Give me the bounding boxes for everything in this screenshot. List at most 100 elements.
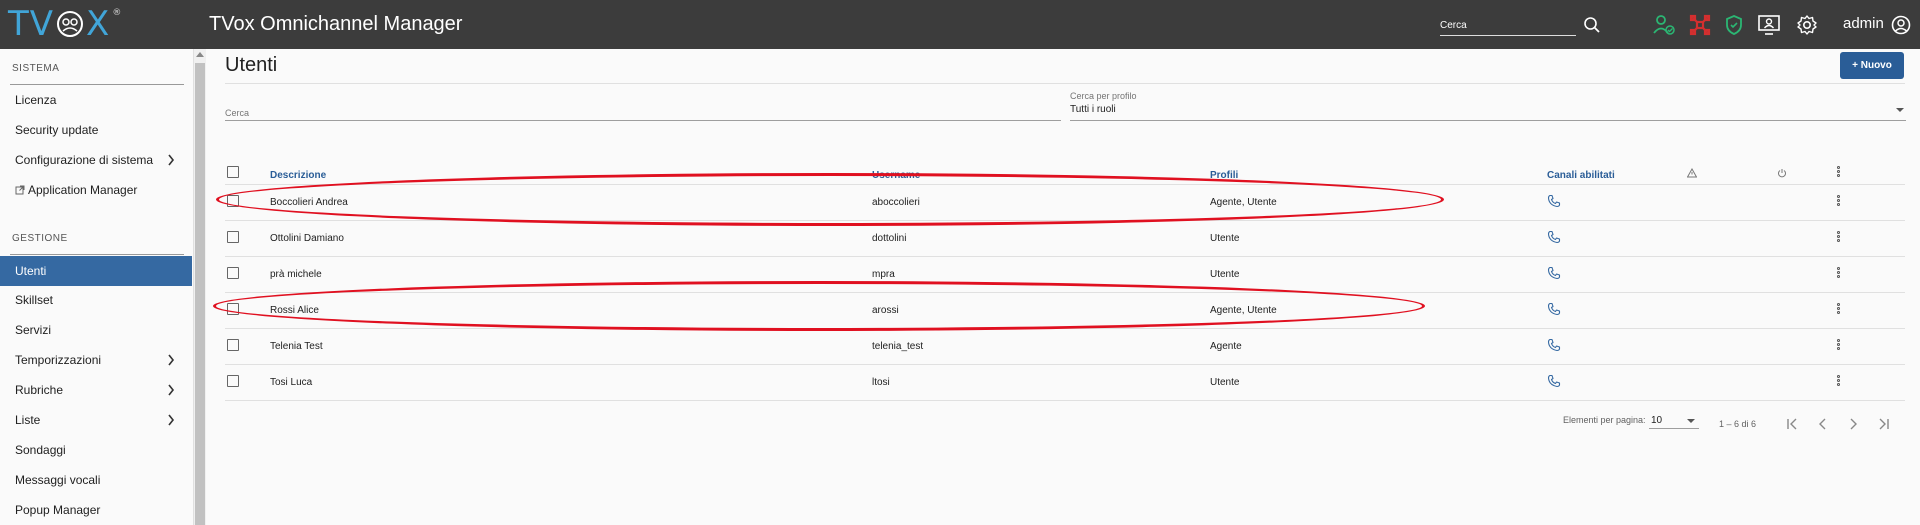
new-user-button[interactable]: + Nuovo xyxy=(1840,52,1904,79)
cell-profiles: Utente xyxy=(1210,220,1547,257)
previous-page-icon[interactable] xyxy=(1816,417,1830,431)
column-header-username[interactable]: Username xyxy=(872,158,1210,185)
row-menu-icon[interactable] xyxy=(1837,230,1841,243)
monitor-user-icon[interactable] xyxy=(1757,13,1781,37)
last-page-icon[interactable] xyxy=(1876,417,1890,431)
app-title: TVox Omnichannel Manager xyxy=(209,13,463,35)
row-menu-icon[interactable] xyxy=(1837,302,1841,315)
cell-description: Tosi Luca xyxy=(270,364,872,401)
scroll-up-arrow-icon[interactable] xyxy=(196,52,204,57)
table-row[interactable]: Ottolini Damiano dottolini Utente xyxy=(225,220,1905,257)
cell-description: prà michele xyxy=(270,256,872,293)
sidebar: SISTEMA Licenza Security update Configur… xyxy=(0,49,194,525)
table-row[interactable]: Boccolieri Andrea aboccolieri Agente, Uten… xyxy=(225,184,1905,221)
sidebar-item-label: Licenza xyxy=(15,93,57,107)
row-menu-icon[interactable] xyxy=(1837,374,1841,387)
profile-filter-value: Tutti i ruoli xyxy=(1070,104,1116,115)
sidebar-item-label: Configurazione di sistema xyxy=(15,153,154,167)
next-page-icon[interactable] xyxy=(1846,417,1860,431)
table-header-row: Descrizione Username Profili Canali abil… xyxy=(225,158,1905,185)
sidebar-item-popup-manager[interactable]: Popup Manager xyxy=(0,496,192,524)
section-title-management: GESTIONE xyxy=(12,233,68,244)
dropdown-arrow-icon xyxy=(1687,419,1695,423)
sidebar-item-rubriche[interactable]: Rubriche xyxy=(0,376,192,404)
row-menu-icon[interactable] xyxy=(1837,194,1841,207)
power-icon xyxy=(1778,168,1786,177)
row-checkbox[interactable] xyxy=(227,230,239,243)
cell-username: arossi xyxy=(872,292,1210,329)
sidebar-item-skillset[interactable]: Skillset xyxy=(0,286,192,314)
row-menu-icon[interactable] xyxy=(1837,338,1841,351)
column-header-channels: Canali abilitati xyxy=(1547,158,1687,185)
cell-username: mpra xyxy=(872,256,1210,293)
cell-description: Boccolieri Andrea xyxy=(270,184,872,221)
sidebar-item-application-manager[interactable]: Application Manager xyxy=(0,176,192,204)
cell-profiles: Agente, Utente xyxy=(1210,184,1547,221)
row-menu-icon[interactable] xyxy=(1837,266,1841,279)
sidebar-item-label: Popup Manager xyxy=(15,503,101,517)
table-row[interactable]: Telenia Test telenia_test Agente xyxy=(225,328,1905,365)
gear-icon[interactable] xyxy=(1795,13,1819,37)
shield-check-icon[interactable] xyxy=(1722,13,1746,37)
table-row[interactable]: prà michele mpra Utente xyxy=(225,256,1905,293)
top-search-input[interactable]: Cerca xyxy=(1440,14,1576,36)
header-menu-icon[interactable] xyxy=(1837,165,1841,178)
sidebar-item-sondaggi[interactable]: Sondaggi xyxy=(0,436,192,464)
cell-description: Ottolini Damiano xyxy=(270,220,872,257)
column-header-profiles[interactable]: Profili xyxy=(1210,158,1547,185)
items-per-page-select[interactable]: 10 xyxy=(1649,409,1699,429)
search-input[interactable]: Cerca xyxy=(225,99,1061,121)
table-row[interactable]: Rossi Alice arossi Agente, Utente xyxy=(225,292,1905,329)
sidebar-item-messaggi-vocali[interactable]: Messaggi vocali xyxy=(0,466,192,494)
row-checkbox[interactable] xyxy=(227,374,239,387)
sidebar-item-utenti[interactable]: Utenti xyxy=(0,256,192,286)
account-circle-icon[interactable] xyxy=(1889,13,1913,37)
sidebar-item-servizi[interactable]: Servizi xyxy=(0,316,192,344)
sidebar-scrollbar[interactable] xyxy=(194,49,206,525)
scrollbar-thumb[interactable] xyxy=(195,63,205,525)
sidebar-item-liste[interactable]: Liste xyxy=(0,406,192,434)
page-title: Utenti xyxy=(225,54,278,76)
search-label: Cerca xyxy=(225,108,250,118)
sidebar-item-temporizzazioni[interactable]: Temporizzazioni xyxy=(0,346,192,374)
profile-filter-label: Cerca per profilo xyxy=(1070,91,1137,101)
tvox-logo: TV X ® xyxy=(8,4,123,44)
items-per-page-label: Elementi per pagina: xyxy=(1563,415,1646,425)
network-alert-icon[interactable] xyxy=(1688,13,1712,37)
section-title-system: SISTEMA xyxy=(12,63,60,74)
divider xyxy=(10,254,184,255)
sidebar-item-licenza[interactable]: Licenza xyxy=(0,86,192,114)
row-checkbox[interactable] xyxy=(227,194,239,207)
cell-username: telenia_test xyxy=(872,328,1210,365)
phone-icon xyxy=(1547,230,1561,243)
agent-status-ok-icon[interactable] xyxy=(1652,13,1676,37)
profile-filter-select[interactable]: Cerca per profilo Tutti i ruoli xyxy=(1070,89,1906,121)
sidebar-item-label: Temporizzazioni xyxy=(15,353,102,367)
table-row[interactable]: Tosi Luca ltosi Utente xyxy=(225,364,1905,401)
cell-username: ltosi xyxy=(872,364,1210,401)
items-per-page-value: 10 xyxy=(1651,415,1663,426)
phone-icon xyxy=(1547,194,1561,207)
cell-profiles: Agente, Utente xyxy=(1210,292,1547,329)
search-icon[interactable] xyxy=(1580,13,1604,37)
cell-username: dottolini xyxy=(872,220,1210,257)
row-checkbox[interactable] xyxy=(227,266,239,279)
sidebar-item-configurazione-sistema[interactable]: Configurazione di sistema xyxy=(0,146,192,174)
select-all-checkbox[interactable] xyxy=(227,165,239,178)
dropdown-arrow-icon xyxy=(1896,108,1904,112)
phone-icon xyxy=(1547,374,1561,387)
phone-icon xyxy=(1547,302,1561,315)
divider xyxy=(10,84,184,85)
phone-icon xyxy=(1547,266,1561,279)
row-checkbox[interactable] xyxy=(227,302,239,315)
cell-profiles: Utente xyxy=(1210,364,1547,401)
cell-profiles: Utente xyxy=(1210,256,1547,293)
row-checkbox[interactable] xyxy=(227,338,239,351)
sidebar-item-security-update[interactable]: Security update xyxy=(0,116,192,144)
sidebar-item-label: Messaggi vocali xyxy=(15,473,101,487)
first-page-icon[interactable] xyxy=(1786,417,1800,431)
divider xyxy=(225,83,1905,84)
column-header-description[interactable]: Descrizione xyxy=(270,158,872,185)
sidebar-item-label: Liste xyxy=(15,413,41,427)
current-user-name[interactable]: admin xyxy=(1843,15,1884,32)
